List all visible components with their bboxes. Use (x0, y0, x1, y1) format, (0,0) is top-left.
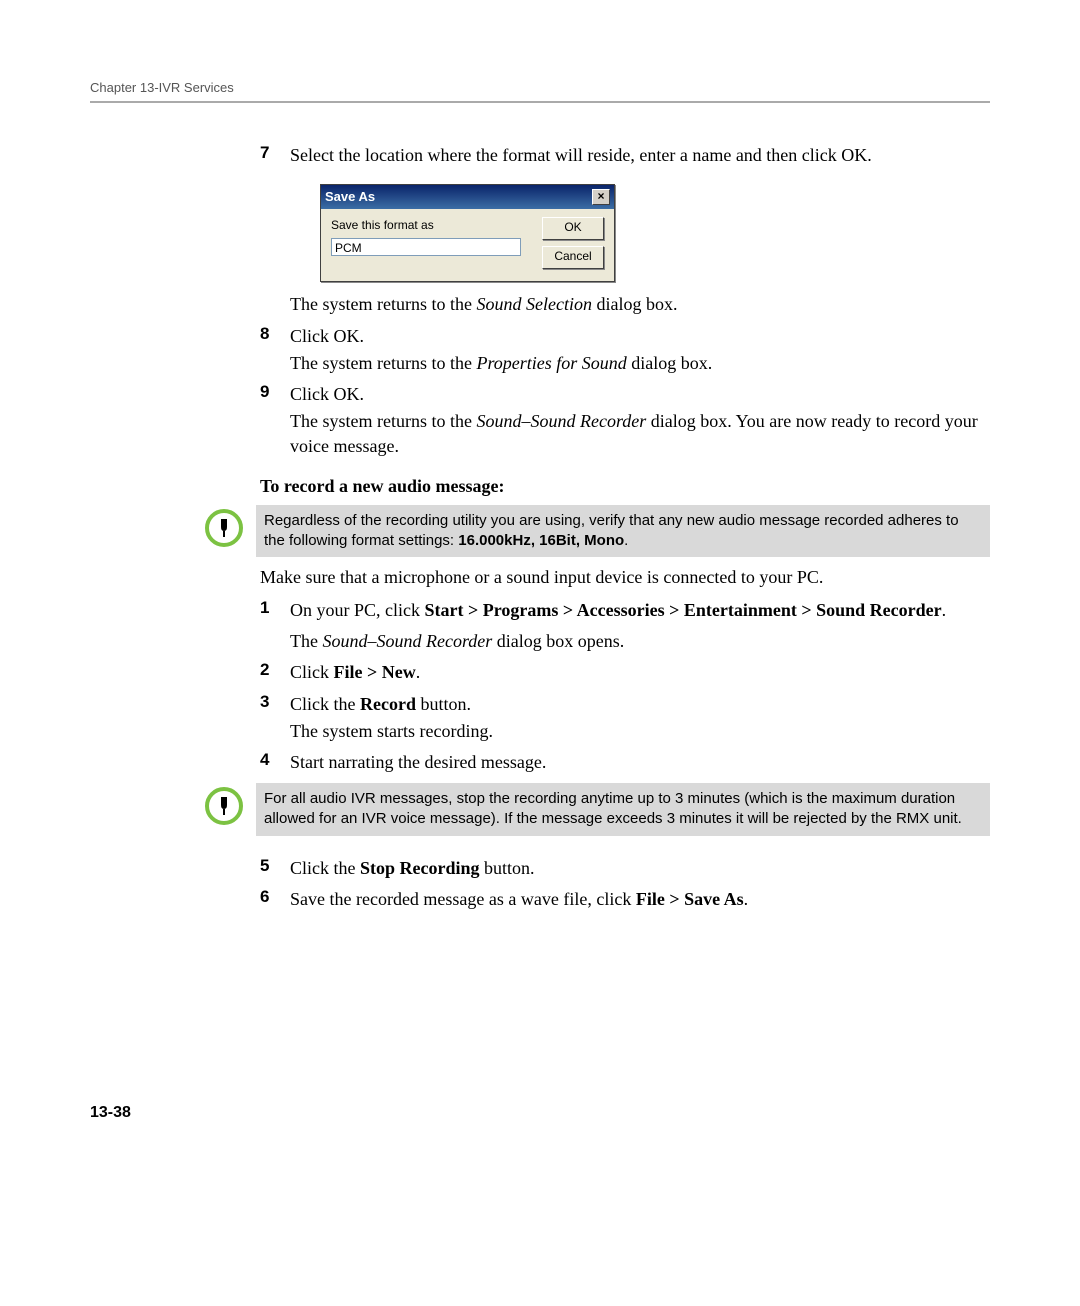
step-9: 9 Click OK. The system returns to the So… (260, 382, 990, 462)
rec-step-2: 2 Click File > New. (260, 660, 990, 687)
step-text: Save the recorded message as a wave file… (290, 887, 990, 912)
note-icon (205, 787, 243, 825)
main-content: 7 Select the location where the format w… (260, 143, 990, 914)
format-input[interactable]: PCM (331, 238, 521, 256)
cancel-button[interactable]: Cancel (542, 246, 604, 269)
rec-step-3: 3 Click the Record button. The system st… (260, 692, 990, 746)
format-label: Save this format as (331, 217, 532, 234)
step-text: The system starts recording. (290, 719, 990, 744)
note-text: Regardless of the recording utility you … (256, 505, 990, 558)
step-number: 7 (260, 143, 290, 170)
step-text: The system returns to the Properties for… (290, 351, 990, 376)
step-text: Click the Stop Recording button. (290, 856, 990, 881)
step-text: Click OK. (290, 324, 990, 349)
step-text: The Sound–Sound Recorder dialog box open… (290, 629, 990, 654)
page-number: 13-38 (90, 1104, 990, 1122)
rec-step-4: 4 Start narrating the desired message. (260, 750, 990, 777)
step-text: Click File > New. (290, 660, 990, 685)
header-rule (90, 101, 990, 103)
note-block: Regardless of the recording utility you … (205, 505, 990, 558)
after-dialog-text: The system returns to the Sound Selectio… (290, 292, 990, 317)
step-text: The system returns to the Sound–Sound Re… (290, 409, 990, 459)
note-text: For all audio IVR messages, stop the rec… (256, 783, 990, 836)
note-block: For all audio IVR messages, stop the rec… (205, 783, 990, 836)
page-header: Chapter 13-IVR Services (90, 80, 990, 95)
step-number: 4 (260, 750, 290, 777)
step-number: 5 (260, 856, 290, 883)
close-icon[interactable]: × (592, 189, 610, 205)
ok-button[interactable]: OK (542, 217, 604, 240)
step-text: On your PC, click Start > Programs > Acc… (290, 598, 990, 623)
paragraph: Make sure that a microphone or a sound i… (260, 567, 990, 588)
section-heading: To record a new audio message: (260, 476, 990, 497)
save-as-dialog: Save As × Save this format as PCM OK Can… (320, 184, 615, 282)
step-8: 8 Click OK. The system returns to the Pr… (260, 324, 990, 378)
dialog-title: Save As (325, 188, 375, 206)
step-7: 7 Select the location where the format w… (260, 143, 990, 170)
rec-step-5: 5 Click the Stop Recording button. (260, 856, 990, 883)
step-text: Select the location where the format wil… (290, 143, 990, 168)
step-number: 2 (260, 660, 290, 687)
step-text: Start narrating the desired message. (290, 750, 990, 775)
step-number: 6 (260, 887, 290, 914)
step-number: 1 (260, 598, 290, 656)
step-text: Click OK. (290, 382, 990, 407)
rec-step-1: 1 On your PC, click Start > Programs > A… (260, 598, 990, 656)
note-icon (205, 509, 243, 547)
step-number: 3 (260, 692, 290, 746)
dialog-titlebar: Save As × (321, 185, 614, 209)
step-number: 8 (260, 324, 290, 378)
rec-step-6: 6 Save the recorded message as a wave fi… (260, 887, 990, 914)
step-number: 9 (260, 382, 290, 462)
step-text: Click the Record button. (290, 692, 990, 717)
